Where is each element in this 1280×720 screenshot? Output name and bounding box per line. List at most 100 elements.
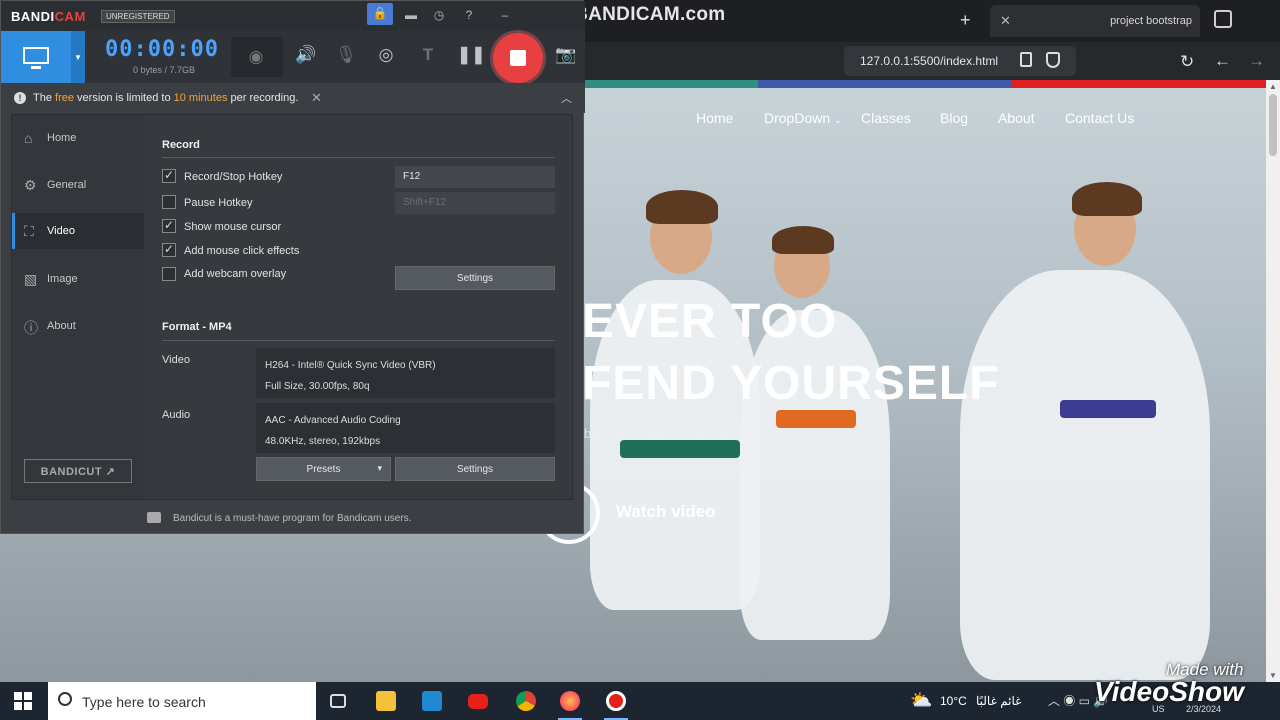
vscode-icon[interactable]: [410, 682, 454, 720]
start-tile: [24, 692, 32, 700]
presets-label: Presets: [306, 464, 341, 475]
scrollbar-thumb[interactable]: [1269, 94, 1277, 156]
folder-icon[interactable]: ▬: [403, 8, 419, 24]
nav-dropdown-label: DropDown: [764, 110, 831, 126]
url-text[interactable]: 127.0.0.1:5500/index.html: [860, 54, 998, 68]
page-scrollbar[interactable]: ▲ ▼: [1266, 80, 1280, 682]
tab-project-bootstrap[interactable]: ✕ project bootstrap: [990, 5, 1200, 37]
close-tab-icon[interactable]: ✕: [1000, 13, 1011, 29]
nav-blog[interactable]: Blog: [940, 110, 968, 126]
logo-part-bandi: BANDI: [11, 9, 55, 24]
notice-part-b: version is limited to: [73, 92, 174, 104]
pause-icon[interactable]: ❚❚: [457, 45, 486, 65]
color-bar-teal: [584, 80, 758, 88]
temperature[interactable]: 10°C: [940, 694, 967, 708]
clock-icon[interactable]: ◷: [431, 8, 447, 24]
watch-video-link[interactable]: Watch video: [616, 502, 716, 522]
new-tab-button[interactable]: +: [960, 10, 971, 31]
weather-text[interactable]: غائم غالبًا: [976, 694, 1021, 708]
scroll-up-icon[interactable]: ▲: [1269, 82, 1277, 91]
microphone-off-icon[interactable]: 🎙: [333, 45, 359, 65]
click-effects-checkbox[interactable]: [162, 242, 176, 257]
windows-start-icon[interactable]: [14, 692, 32, 710]
footer-message[interactable]: Bandicut is a must-have program for Band…: [173, 513, 411, 524]
settings-panel: ⌂ Home ⚙ General ⛶ Video ▧ Image ⓘ About…: [11, 114, 573, 500]
forward-arrow-icon[interactable]: →: [1248, 51, 1265, 71]
nav-contact[interactable]: Contact Us: [1065, 110, 1134, 126]
taskbar-search[interactable]: Type here to search: [48, 682, 316, 720]
back-arrow-icon[interactable]: ←: [1214, 51, 1231, 71]
click-effects-label: Add mouse click effects: [184, 245, 300, 257]
hero-subtitle: behind the word mountains: [584, 426, 741, 441]
sidebar-item-video[interactable]: ⛶ Video: [12, 213, 144, 249]
video-codec-info[interactable]: H264 - Intel® Quick Sync Video (VBR) Ful…: [256, 348, 555, 398]
nav-about[interactable]: About: [998, 110, 1035, 126]
sidebar-item-image[interactable]: ▧ Image: [12, 261, 144, 297]
cursor-effect-icon[interactable]: ◎: [373, 45, 399, 65]
sidebar-item-about[interactable]: ⓘ About: [12, 308, 144, 344]
text-tool-icon[interactable]: T: [415, 45, 441, 65]
record-settings-button[interactable]: Settings: [395, 266, 555, 290]
audio-codec-info[interactable]: AAC - Advanced Audio Coding 48.0KHz, ste…: [256, 403, 555, 453]
chevron-up-icon[interactable]: ︿: [561, 90, 572, 106]
tab-actions-icon[interactable]: [1214, 10, 1232, 28]
free-version-notice: ! The free version is limited to 10 minu…: [1, 83, 585, 113]
videoshow-logo: VideoShow: [1094, 676, 1244, 707]
bandicam-glyph: [606, 691, 626, 711]
notice-part-c: per recording.: [227, 92, 299, 104]
pause-hotkey-checkbox[interactable]: [162, 195, 176, 209]
weather-icon[interactable]: ⛅: [910, 690, 932, 711]
bandicam-window: BANDICAM UNREGISTERED 🔒 ▬ ◷ ? – ▼ 00:00:…: [0, 0, 585, 534]
nav-classes[interactable]: Classes: [861, 110, 911, 126]
screen-mode-button[interactable]: [1, 31, 71, 83]
unregistered-badge[interactable]: UNREGISTERED: [101, 10, 175, 23]
scroll-down-icon[interactable]: ▼: [1269, 671, 1277, 680]
presets-button[interactable]: Presets ▾: [256, 457, 391, 481]
mode-dropdown-icon[interactable]: ▼: [71, 31, 85, 83]
pause-hotkey-field[interactable]: Shift+F12: [395, 192, 555, 214]
record-hotkey-field[interactable]: F12: [395, 166, 555, 188]
gear-icon: ⚙: [24, 177, 37, 193]
speaker-icon[interactable]: 🔊: [293, 45, 319, 65]
notice-free[interactable]: free: [55, 92, 74, 104]
nav-home[interactable]: Home: [696, 110, 733, 126]
nav-dropdown[interactable]: DropDown ⌄: [764, 110, 842, 126]
reader-view-icon[interactable]: [1020, 52, 1032, 67]
start-tile: [14, 702, 22, 710]
webcam-button[interactable]: ◉: [231, 37, 283, 77]
youtube-icon[interactable]: [456, 682, 500, 720]
firefox-icon[interactable]: [548, 682, 592, 720]
chrome-icon[interactable]: [504, 682, 548, 720]
reload-icon[interactable]: ↻: [1180, 52, 1194, 72]
bandicam-taskbar-icon[interactable]: [594, 682, 638, 720]
file-explorer-icon[interactable]: [364, 682, 408, 720]
video-codec-line2: Full Size, 30.00fps, 80q: [265, 381, 370, 392]
color-bar-red: [1012, 80, 1266, 88]
stop-record-button[interactable]: [493, 33, 543, 83]
hero-title-line1: EVER TOO: [582, 295, 838, 348]
chat-icon: [147, 512, 161, 523]
close-icon[interactable]: ✕: [311, 90, 322, 106]
sidebar-item-general[interactable]: ⚙ General: [12, 167, 144, 203]
bandicut-button[interactable]: BANDICUT ↗: [24, 459, 132, 483]
help-icon[interactable]: ?: [461, 8, 477, 24]
lock-icon[interactable]: 🔒: [367, 3, 393, 25]
bandicam-toolbar: ▼ 00:00:00 0 bytes / 7.7GB ◉ 🔊 🎙 ◎ T ❚❚ …: [1, 31, 585, 83]
recording-timer: 00:00:00: [105, 37, 219, 62]
camera-icon[interactable]: 📷: [553, 45, 579, 65]
video-codec-label: Video: [162, 354, 190, 366]
sidebar-item-home[interactable]: ⌂ Home: [12, 120, 144, 156]
divider: [162, 157, 555, 158]
info-icon: !: [14, 92, 26, 104]
youtube-glyph: [468, 694, 488, 709]
webcam-overlay-checkbox[interactable]: [162, 267, 176, 281]
show-cursor-checkbox[interactable]: [162, 218, 176, 233]
minimize-icon[interactable]: –: [497, 8, 513, 24]
shield-icon[interactable]: [1046, 52, 1060, 68]
format-settings-button[interactable]: Settings: [395, 457, 555, 481]
record-hotkey-checkbox[interactable]: [162, 168, 176, 183]
task-view-icon[interactable]: [318, 682, 362, 720]
monitor-stand: [31, 66, 41, 69]
recording-size: 0 bytes / 7.7GB: [133, 65, 196, 75]
start-tile: [24, 702, 32, 710]
